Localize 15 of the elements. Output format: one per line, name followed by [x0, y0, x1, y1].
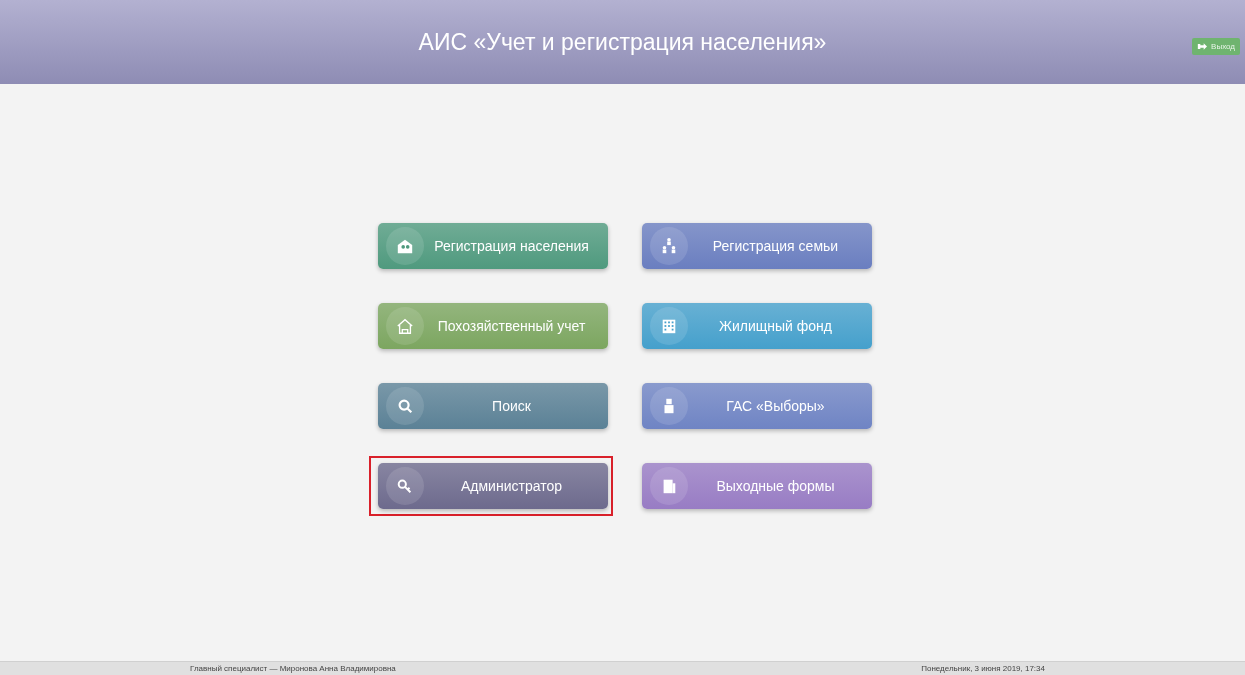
menu-tile-button[interactable]: Жилищный фонд	[641, 303, 872, 349]
sign-out-icon	[1197, 42, 1208, 51]
exit-button[interactable]: Выход	[1192, 38, 1240, 55]
house-icon	[395, 317, 414, 335]
app-title: АИС «Учет и регистрация населения»	[418, 28, 827, 56]
date-time: Понедельник, 3 июня 2019, 17:34	[921, 663, 1045, 675]
menu-tile-button[interactable]: Поиск	[377, 383, 608, 429]
user-name: Главный специалист — Миронова Анна Владимировна	[190, 663, 396, 675]
menu-tile-button[interactable]: Выходные формы	[641, 463, 872, 509]
menu-tile-button[interactable]: Регистрация семьи	[641, 223, 872, 269]
menu-tile-button[interactable]: Регистрация населения	[377, 223, 608, 269]
menu-tile-button[interactable]: ГАС «Выборы»	[641, 383, 872, 429]
key-icon	[395, 477, 414, 495]
menu-tile-button[interactable]: Администратор	[377, 463, 608, 509]
menu-tile-button[interactable]: Похозяйственный учет	[377, 303, 608, 349]
